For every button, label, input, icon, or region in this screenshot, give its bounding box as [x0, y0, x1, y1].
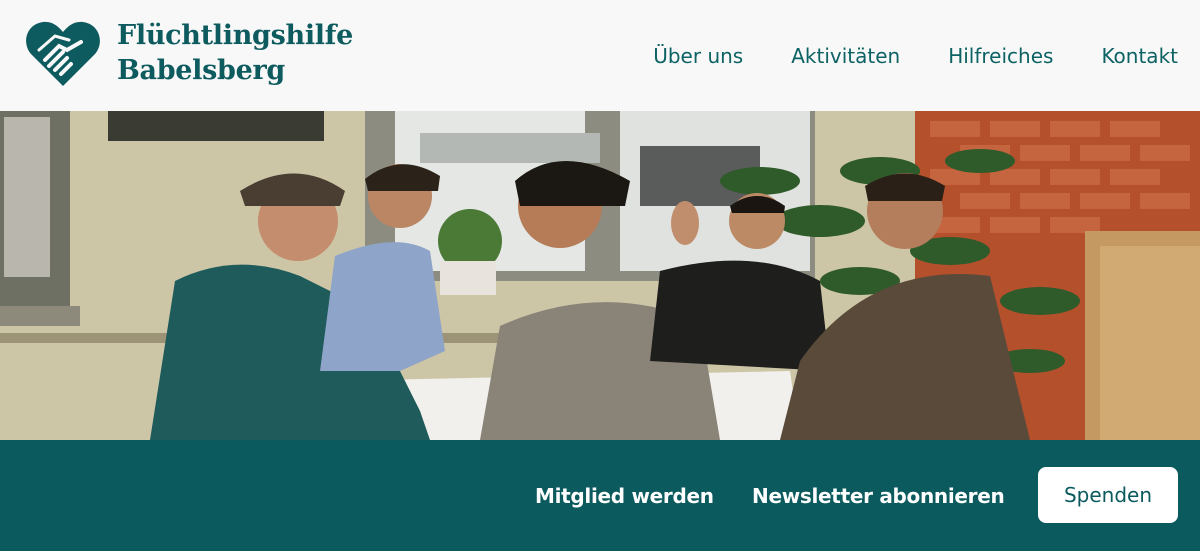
heart-handshake-icon	[26, 21, 100, 86]
newsletter-subscribe-link[interactable]: Newsletter abonnieren	[752, 483, 1005, 509]
hero-photo	[0, 111, 1200, 440]
become-member-link[interactable]: Mitglied werden	[535, 483, 714, 509]
nav-item-hilfreiches[interactable]: Hilfreiches	[948, 40, 1053, 72]
cta-bar: Mitglied werden Newsletter abonnieren Sp…	[0, 440, 1200, 551]
donate-button[interactable]: Spenden	[1038, 467, 1178, 523]
main-nav: Über uns Aktivitäten Hilfreiches Kontakt	[605, 40, 1178, 72]
hero-photo-illustration	[0, 111, 1200, 440]
site-header: Flüchtlingshilfe Babelsberg Über uns Akt…	[0, 0, 1200, 111]
nav-item-kontakt[interactable]: Kontakt	[1101, 40, 1178, 72]
brand-name-line1: Flüchtlingshilfe	[117, 20, 353, 51]
brand-name: Flüchtlingshilfe Babelsberg	[117, 18, 353, 88]
brand-logo-link[interactable]: Flüchtlingshilfe Babelsberg	[25, 18, 365, 94]
brand-name-line2: Babelsberg	[117, 55, 285, 86]
nav-item-ueber-uns[interactable]: Über uns	[653, 40, 743, 72]
nav-item-aktivitaeten[interactable]: Aktivitäten	[791, 40, 900, 72]
